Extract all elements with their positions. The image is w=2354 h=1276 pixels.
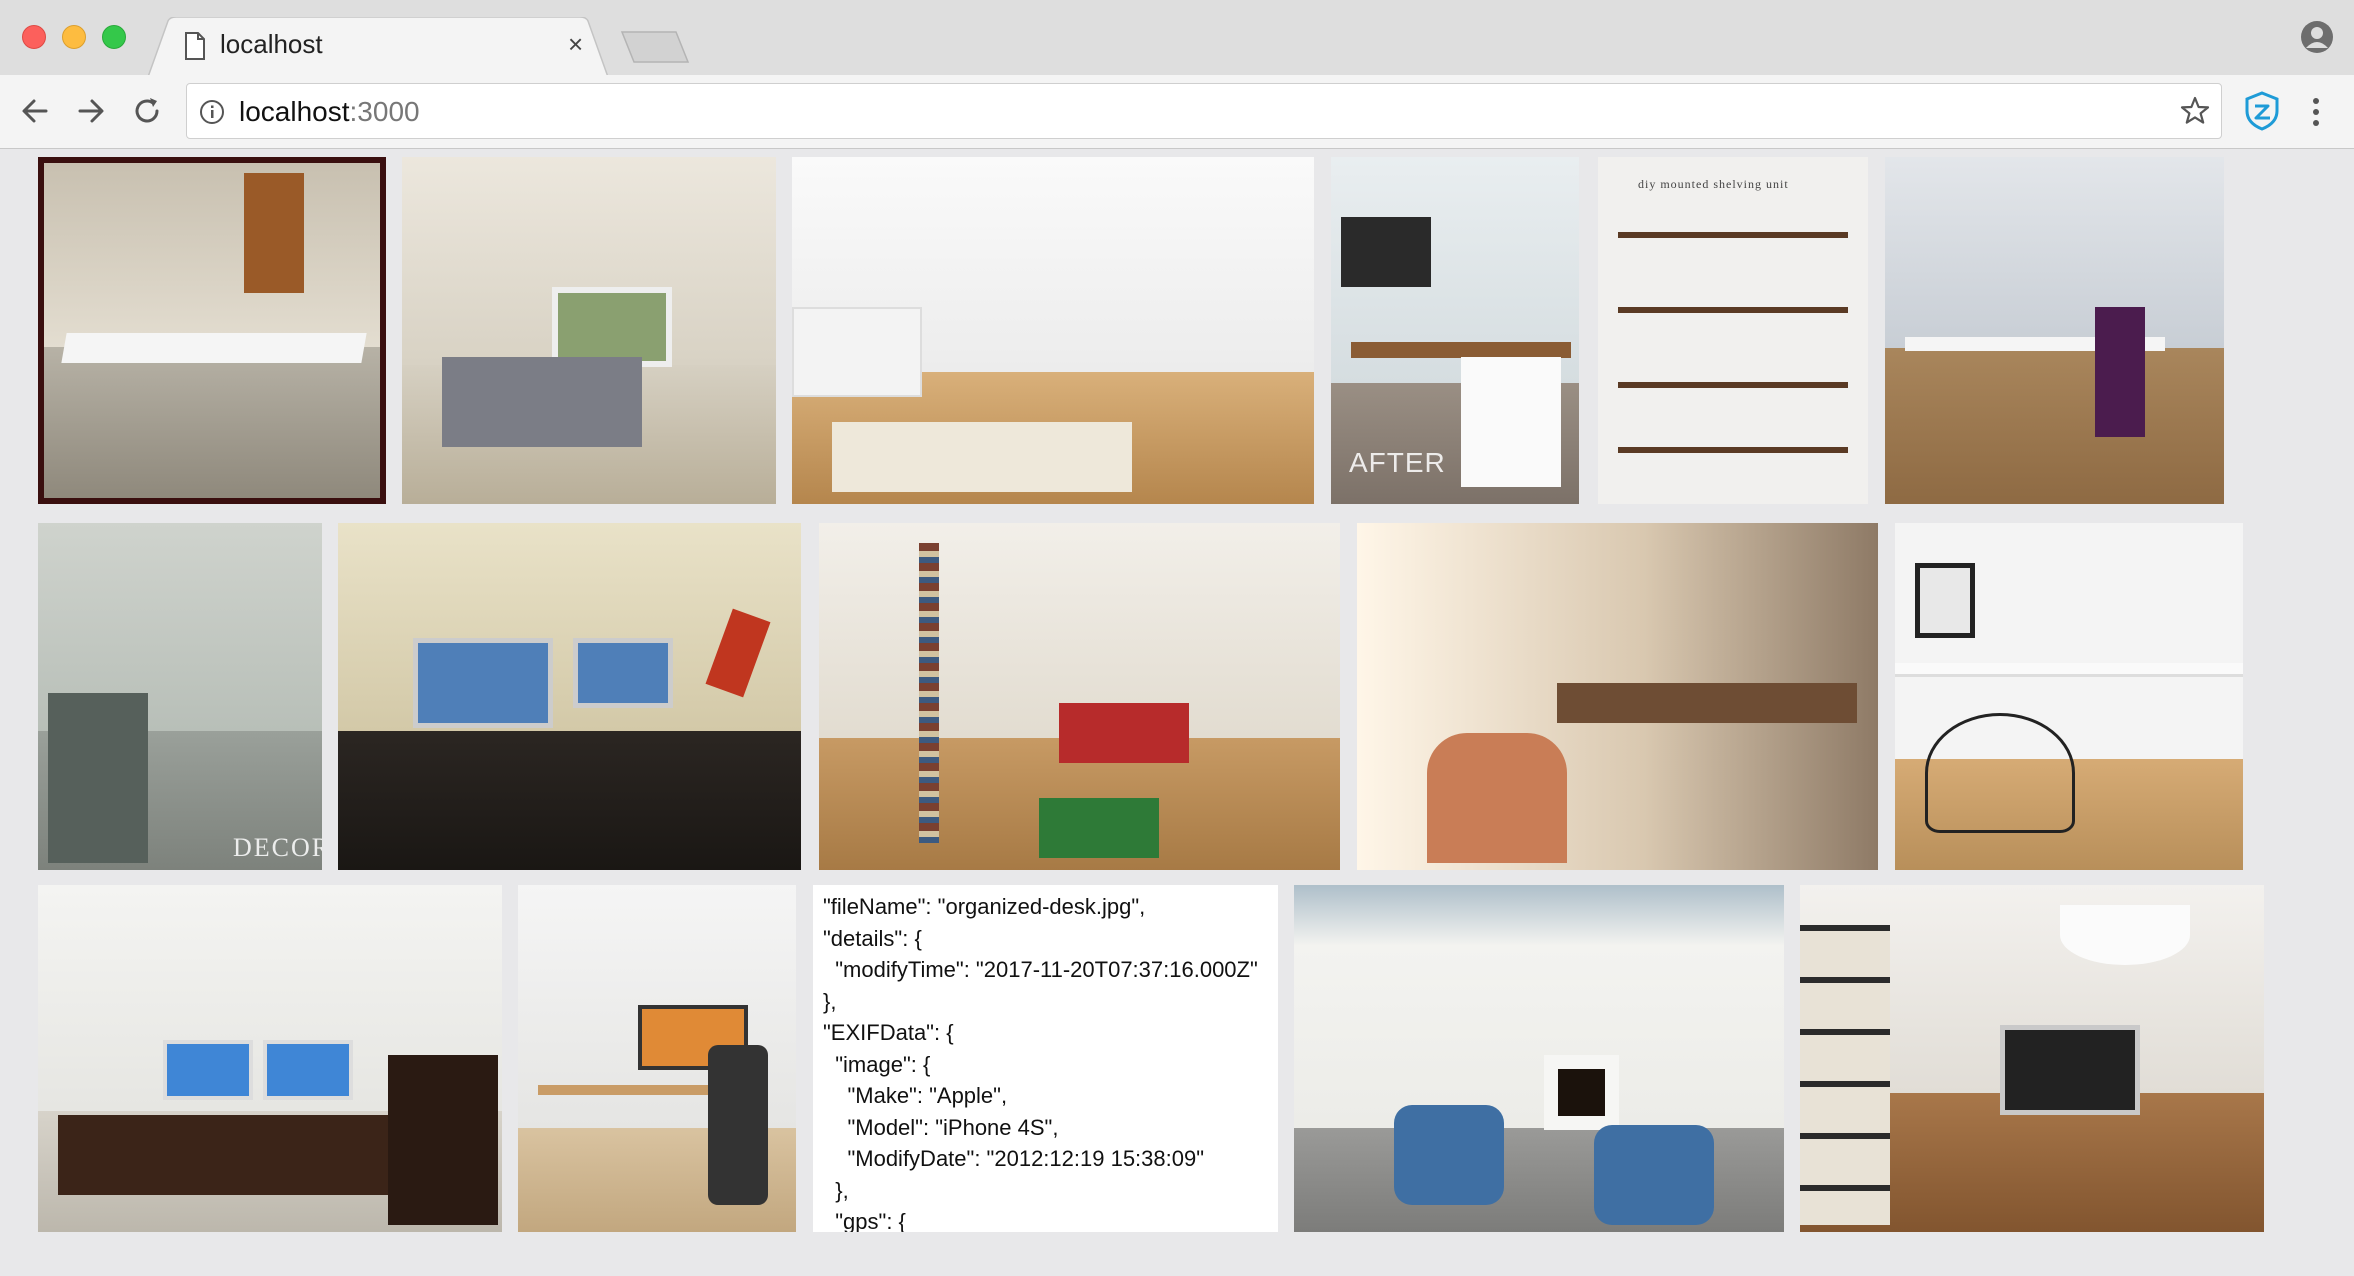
- photo-wall-shelves[interactable]: diy mounted shelving unit: [1598, 157, 1868, 504]
- after-label: AFTER: [1349, 447, 1446, 478]
- photo-sunlit-desk[interactable]: [1357, 523, 1878, 870]
- url-host: localhost: [239, 96, 350, 127]
- photo-library-office[interactable]: [819, 523, 1340, 870]
- reload-icon[interactable]: [128, 92, 166, 130]
- new-tab-button[interactable]: [620, 30, 690, 64]
- profile-icon[interactable]: [2300, 20, 2334, 54]
- photo-imac-study[interactable]: [1800, 885, 2264, 1232]
- url-text: localhost:3000: [239, 96, 420, 128]
- browser-titlebar: localhost ×: [0, 0, 2354, 77]
- photo-attic-bedroom[interactable]: [402, 157, 776, 504]
- photo-window-studio[interactable]: [1885, 157, 2224, 504]
- back-arrow-icon[interactable]: [16, 92, 54, 130]
- photo-attic-workstation[interactable]: [518, 885, 796, 1232]
- bookmark-star-icon[interactable]: [2179, 95, 2211, 127]
- window-minimize-button[interactable]: [62, 25, 86, 49]
- photo-office-after[interactable]: AFTER: [1331, 157, 1579, 504]
- photo-fireplace-den[interactable]: [1294, 885, 1784, 1232]
- metadata-json-text: "fileName": "organized-desk.jpg", "detai…: [823, 894, 1258, 1232]
- tab-localhost[interactable]: localhost ×: [148, 17, 608, 77]
- metadata-json-panel: "fileName": "organized-desk.jpg", "detai…: [813, 885, 1278, 1232]
- window-close-button[interactable]: [22, 25, 46, 49]
- browser-toolbar: localhost:3000: [0, 75, 2354, 149]
- window-maximize-button[interactable]: [102, 25, 126, 49]
- forward-arrow-icon[interactable]: [72, 92, 110, 130]
- page-viewport: AFTER diy mounted shelving unit DECOR "f…: [0, 149, 2354, 1276]
- photo-living-kitchen[interactable]: [792, 157, 1314, 504]
- photo-trestle-desk[interactable]: [38, 157, 386, 504]
- address-bar[interactable]: localhost:3000: [186, 83, 2222, 139]
- info-icon[interactable]: [199, 99, 225, 125]
- photo-retro-computers[interactable]: [38, 885, 502, 1232]
- photo-dual-monitor-desk[interactable]: [338, 523, 801, 870]
- shield-extension-icon[interactable]: [2244, 91, 2280, 131]
- photo-white-desk-chair[interactable]: [1895, 523, 2243, 870]
- shelf-caption: diy mounted shelving unit: [1638, 177, 1789, 191]
- tab-shape: [148, 17, 608, 77]
- decor-watermark: DECOR: [233, 833, 322, 862]
- page-icon: [185, 32, 205, 60]
- menu-dots-icon[interactable]: [2308, 93, 2324, 131]
- tab-title: localhost: [220, 29, 323, 59]
- photo-gray-kitchen[interactable]: DECOR: [38, 523, 322, 870]
- url-port: :3000: [349, 96, 420, 127]
- tab-close-icon[interactable]: ×: [568, 29, 583, 59]
